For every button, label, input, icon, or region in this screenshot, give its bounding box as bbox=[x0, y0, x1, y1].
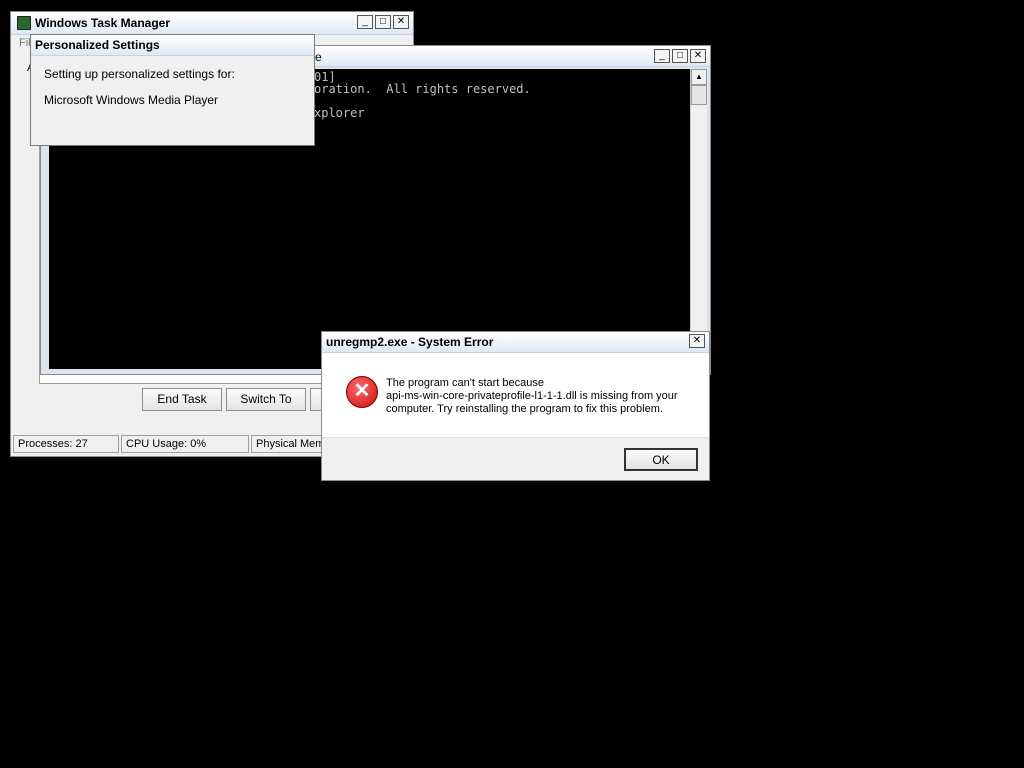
switch-to-button[interactable]: Switch To bbox=[226, 388, 306, 411]
close-button[interactable]: ✕ bbox=[689, 334, 705, 348]
console-scrollbar[interactable]: ▲ bbox=[690, 69, 707, 369]
end-task-button[interactable]: End Task bbox=[142, 388, 222, 411]
command-prompt-title: e bbox=[315, 50, 322, 64]
close-button[interactable]: ✕ bbox=[393, 15, 409, 29]
personalized-settings-titlebar: Personalized Settings bbox=[31, 35, 314, 56]
error-message-line: computer. Try reinstalling the program t… bbox=[386, 403, 663, 415]
maximize-button[interactable]: □ bbox=[672, 49, 688, 63]
error-icon: ✕ bbox=[346, 376, 378, 408]
scroll-up-arrow[interactable]: ▲ bbox=[691, 69, 707, 85]
task-manager-title: Windows Task Manager bbox=[35, 16, 171, 30]
dialog-button-area: OK bbox=[322, 437, 709, 480]
system-error-dialog: unregmp2.exe - System Error ✕ ✕ The prog… bbox=[321, 331, 710, 481]
task-manager-titlebar[interactable]: Windows Task Manager _ □ ✕ bbox=[11, 12, 413, 35]
error-message-line: The program can't start because bbox=[386, 377, 545, 389]
task-manager-app-icon bbox=[17, 16, 31, 30]
console-line: xplorer bbox=[314, 106, 365, 120]
close-button[interactable]: ✕ bbox=[690, 49, 706, 63]
console-line: oration. All rights reserved. bbox=[314, 82, 531, 96]
menu-file[interactable]: Fil bbox=[19, 37, 31, 49]
maximize-button[interactable]: □ bbox=[375, 15, 391, 29]
status-processes: Processes: 27 bbox=[13, 435, 119, 453]
scroll-thumb[interactable] bbox=[691, 85, 707, 105]
personalized-settings-title: Personalized Settings bbox=[35, 38, 160, 52]
ok-button[interactable]: OK bbox=[624, 448, 698, 471]
status-cpu-usage: CPU Usage: 0% bbox=[121, 435, 249, 453]
personalized-component-name: Microsoft Windows Media Player bbox=[44, 93, 219, 107]
personalized-status-line: Setting up personalized settings for: bbox=[44, 67, 235, 81]
system-error-title: unregmp2.exe - System Error bbox=[326, 335, 494, 349]
personalized-settings-window: Personalized Settings Setting up persona… bbox=[30, 34, 315, 146]
minimize-button[interactable]: _ bbox=[357, 15, 373, 29]
system-error-titlebar[interactable]: unregmp2.exe - System Error ✕ bbox=[322, 332, 709, 353]
error-message-line: api-ms-win-core-privateprofile-l1-1-1.dl… bbox=[386, 390, 678, 402]
minimize-button[interactable]: _ bbox=[654, 49, 670, 63]
